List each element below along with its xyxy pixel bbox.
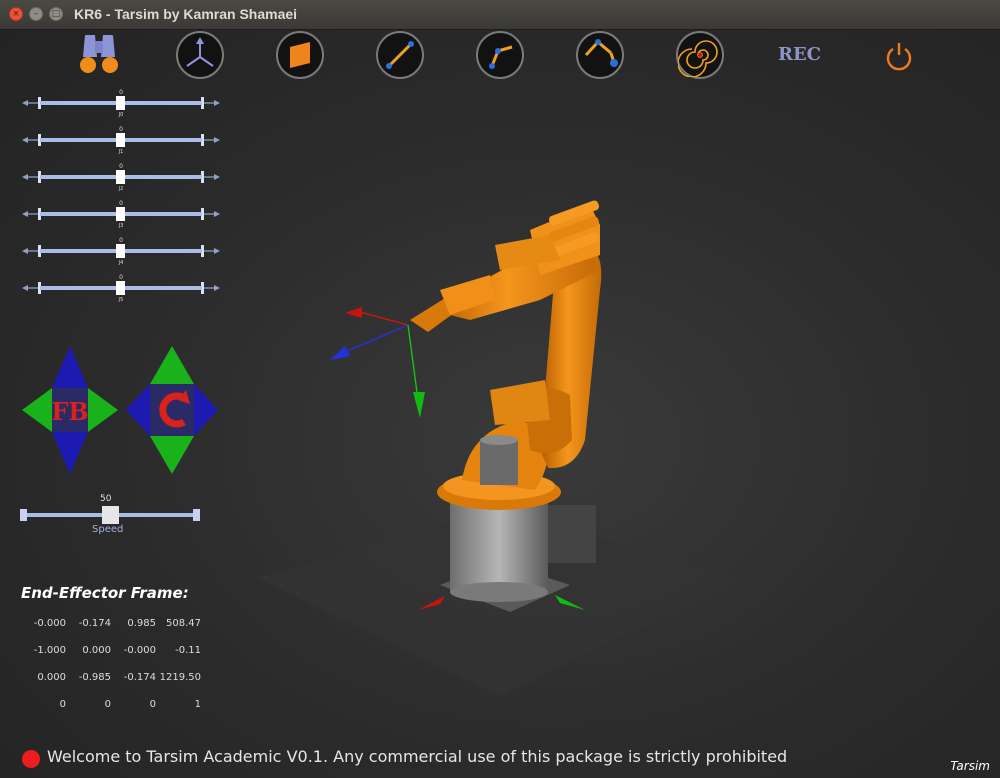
two-link-icon	[489, 45, 513, 69]
speed-handle	[102, 506, 119, 524]
translate-label: FB	[51, 397, 88, 426]
joint-value: 0	[119, 89, 123, 96]
joint-label: J3	[118, 223, 124, 229]
matrix-cell: 1219.50	[159, 672, 201, 683]
ee-z-axis	[344, 324, 409, 353]
speed-slider[interactable]	[18, 504, 202, 526]
jog-down-arrow	[52, 432, 88, 474]
minimize-window-button[interactable]: –	[29, 7, 43, 21]
ee-y-axis	[407, 324, 419, 401]
spiral-icon	[677, 40, 718, 78]
joint-value: 0	[119, 163, 123, 170]
end-effector-title: End-Effector Frame:	[21, 584, 189, 602]
matrix-cell: 508.47	[166, 618, 201, 629]
spiral-button[interactable]	[676, 31, 724, 79]
slider-handle	[116, 281, 125, 295]
ee-x-axis	[359, 311, 409, 326]
joint-slider-j5[interactable]: 0 J5	[22, 274, 220, 303]
status-message: Welcome to Tarsim Academic V0.1. Any com…	[47, 747, 788, 766]
rotate-down-arrow	[150, 436, 194, 474]
jog-up-arrow	[52, 346, 88, 388]
speed-value: 50	[100, 494, 112, 504]
joint-value: 0	[119, 200, 123, 207]
rotate-left-arrow	[126, 384, 150, 436]
rotate-up-arrow	[150, 346, 194, 384]
status-indicator-icon	[22, 750, 40, 768]
joint-value: 0	[119, 237, 123, 244]
three-link-button[interactable]	[576, 31, 624, 79]
record-button[interactable]: REC	[778, 44, 821, 65]
joint-label: J5	[118, 297, 124, 303]
translate-jog-pad[interactable]: FB	[20, 344, 120, 476]
view-icon[interactable]	[75, 31, 123, 79]
matrix-cell: -0.11	[175, 645, 201, 656]
three-link-icon	[584, 39, 618, 67]
power-icon[interactable]	[883, 40, 915, 72]
joint-value: 0	[119, 274, 123, 281]
rotate-right-arrow	[194, 384, 218, 436]
jog-left-arrow	[22, 388, 52, 432]
title-bar: × – □ KR6 - Tarsim by Kamran Shamaei	[0, 0, 1000, 30]
joint-label: J2	[118, 186, 124, 192]
joint-label: J0	[118, 112, 124, 118]
joint-slider-j1[interactable]: 0 J1	[22, 126, 220, 155]
window-title: KR6 - Tarsim by Kamran Shamaei	[74, 6, 298, 22]
slider-handle	[116, 244, 125, 258]
plane-icon	[290, 42, 310, 68]
two-link-button[interactable]	[476, 31, 524, 79]
slider-handle	[116, 207, 125, 221]
jog-right-arrow	[88, 388, 118, 432]
brand-label: Tarsim	[950, 759, 990, 773]
slider-handle	[116, 96, 125, 110]
maximize-window-button[interactable]: □	[49, 7, 63, 21]
base-cylinder	[450, 500, 548, 592]
joint-label: J4	[118, 260, 124, 266]
joint-value: 0	[119, 126, 123, 133]
plane-button[interactable]	[276, 31, 324, 79]
line-button[interactable]	[376, 31, 424, 79]
axes-frame-icon	[186, 37, 214, 67]
rotate-jog-pad[interactable]	[124, 344, 220, 476]
matrix-cell: 1	[194, 699, 201, 710]
slider-handle	[116, 133, 125, 147]
joint-slider-j4[interactable]: 0 J4	[22, 237, 220, 266]
speed-label: Speed	[92, 524, 124, 535]
slider-handle	[116, 170, 125, 184]
joint-slider-j3[interactable]: 0 J3	[22, 200, 220, 229]
joint-label: J1	[118, 149, 124, 155]
line-icon	[386, 41, 414, 69]
joint-slider-j2[interactable]: 0 J2	[22, 163, 220, 192]
joint-slider-j0[interactable]: 0 J0	[22, 89, 220, 118]
axes-frame-button[interactable]	[176, 31, 224, 79]
close-window-button[interactable]: ×	[9, 7, 23, 21]
